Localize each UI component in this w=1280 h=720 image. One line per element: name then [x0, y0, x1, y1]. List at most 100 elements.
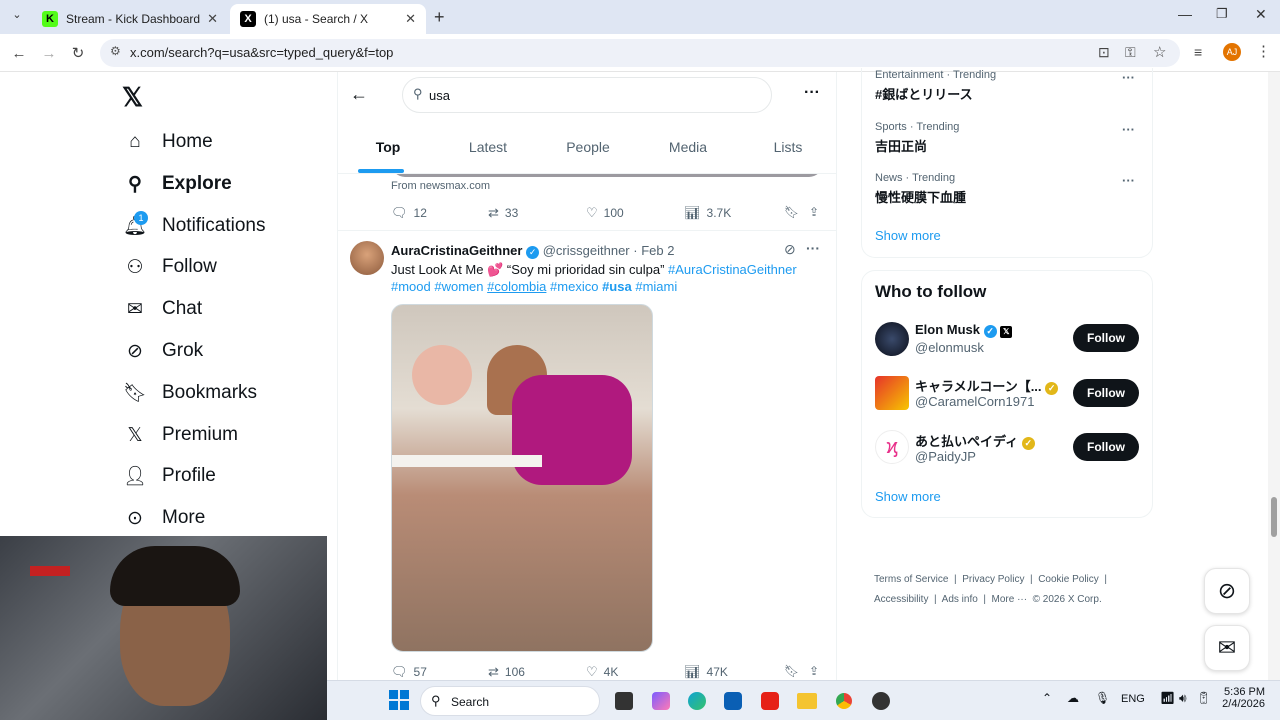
minimize-icon[interactable]: — — [1178, 6, 1192, 22]
volume-icon[interactable]: 🔊︎ — [1179, 691, 1187, 706]
trends-show-more-link[interactable]: Show more — [875, 228, 941, 243]
close-tab-icon[interactable]: ✕ — [207, 11, 218, 27]
tray-chevron-icon[interactable]: ⌃ — [1042, 691, 1052, 705]
post-date[interactable]: Feb 2 — [641, 243, 674, 258]
reply-button[interactable]: 🗨︎ 57 — [391, 664, 427, 680]
trend-item[interactable]: Entertainment · Trending #銀ばとリリース — [875, 69, 996, 103]
repost-button[interactable]: ⇄ 106 — [488, 664, 525, 680]
battery-icon[interactable]: 🔋︎ — [1196, 691, 1211, 705]
post-image[interactable] — [391, 304, 653, 652]
scrollbar-thumb[interactable] — [1271, 497, 1277, 537]
nav-profile[interactable]: 👤︎ Profile — [122, 456, 216, 496]
follow-button[interactable]: Follow — [1073, 324, 1139, 352]
cloud-icon[interactable]: ☁ — [1067, 691, 1079, 705]
back-arrow-icon[interactable]: ← — [350, 84, 368, 105]
grok-floating-button[interactable]: ⊘ — [1204, 568, 1250, 614]
trend-item[interactable]: News · Trending 慢性硬膜下血腫 — [875, 172, 966, 206]
copilot-icon[interactable] — [652, 692, 670, 710]
follow-button[interactable]: Follow — [1073, 379, 1139, 407]
nav-more[interactable]: ⊙ More — [122, 498, 205, 538]
nav-home[interactable]: ⌂ Home — [122, 122, 212, 162]
taskbar-search[interactable]: ⚲ Search — [420, 686, 600, 716]
bookmark-button[interactable]: 🔖︎ — [784, 664, 799, 678]
store-icon[interactable] — [724, 692, 742, 710]
tab-people[interactable]: People — [538, 130, 638, 173]
hashtag[interactable]: #AuraCristinaGeithner — [668, 262, 797, 277]
window-close-icon[interactable]: ✕ — [1255, 6, 1267, 23]
user-name[interactable]: Elon Musk ✓ 𝕏 — [915, 322, 1013, 338]
app-icon[interactable] — [615, 692, 633, 710]
hashtag[interactable]: #colombia — [487, 279, 546, 294]
maximize-icon[interactable]: ❐ — [1216, 6, 1228, 22]
tab-latest[interactable]: Latest — [438, 130, 538, 173]
more-options-icon[interactable]: ··· — [804, 84, 820, 102]
tab-lists[interactable]: Lists — [738, 130, 836, 173]
footer-link[interactable]: Terms of Service — [874, 574, 948, 585]
nav-notifications[interactable]: 🔔︎ 1 Notifications — [122, 206, 266, 246]
reload-icon[interactable]: ↻ — [67, 42, 89, 64]
repost-button[interactable]: ⇄ 33 — [488, 205, 518, 221]
author-name[interactable]: AuraCristinaGeithner — [391, 243, 522, 258]
post-more-icon[interactable]: ··· — [806, 240, 820, 256]
close-tab-icon[interactable]: ✕ — [405, 11, 416, 27]
user-handle[interactable]: @PaidyJP — [915, 449, 976, 464]
nav-explore[interactable]: ⚲ Explore — [122, 164, 232, 204]
x-logo-icon[interactable]: 𝕏 — [122, 82, 143, 113]
messages-floating-button[interactable]: ✉ — [1204, 625, 1250, 671]
avatar[interactable] — [875, 322, 909, 356]
hashtag[interactable]: #usa — [602, 279, 632, 294]
like-button[interactable]: ♡ 100 — [586, 205, 624, 221]
nav-follow[interactable]: ⚇ Follow — [122, 247, 216, 287]
password-key-icon[interactable]: ⚿ — [1125, 44, 1136, 61]
hashtag[interactable]: #miami — [635, 279, 677, 294]
hashtag[interactable]: #women — [434, 279, 483, 294]
nav-bookmarks[interactable]: 🔖︎ Bookmarks — [122, 373, 257, 413]
trend-item[interactable]: Sports · Trending 吉田正尚 — [875, 121, 959, 155]
reply-button[interactable]: 🗨︎ 12 — [391, 205, 427, 221]
user-name[interactable]: キャラメルコーン【... ✓ — [915, 376, 1059, 395]
file-explorer-icon[interactable] — [797, 693, 817, 709]
trend-more-icon[interactable]: ··· — [1122, 173, 1135, 188]
clock[interactable]: 5:36 PM 2/4/2026 — [1215, 686, 1265, 710]
footer-link[interactable]: Ads info — [942, 594, 978, 605]
tab-list-chevron-icon[interactable]: ⌄ — [8, 8, 26, 26]
footer-link[interactable]: More ··· — [992, 594, 1028, 605]
user-handle[interactable]: @elonmusk — [915, 340, 984, 355]
grok-explain-icon[interactable]: ⊘ — [784, 241, 796, 258]
views-button[interactable]: 📊︎ 3.7K — [684, 205, 731, 221]
tab-kick-dashboard[interactable]: K Stream - Kick Dashboard ✕ — [32, 4, 228, 34]
share-button[interactable]: ⇪ — [809, 205, 819, 219]
avatar[interactable]: ϗ — [875, 430, 909, 464]
chrome-icon[interactable] — [834, 691, 854, 711]
footer-link[interactable]: Accessibility — [874, 594, 928, 605]
back-icon[interactable]: ← — [8, 42, 30, 64]
like-button[interactable]: ♡ 4K — [586, 664, 618, 680]
youtube-icon[interactable] — [761, 692, 779, 710]
avatar[interactable] — [350, 241, 384, 275]
footer-link[interactable]: Privacy Policy — [962, 574, 1024, 585]
user-name[interactable]: あと払いペイディ ✓ — [915, 431, 1035, 450]
app-icon[interactable] — [872, 692, 890, 710]
trend-more-icon[interactable]: ··· — [1122, 70, 1135, 85]
link-source[interactable]: From newsmax.com — [391, 180, 490, 192]
address-bar[interactable]: ⚙ x.com/search?q=usa&src=typed_query&f=t… — [100, 39, 1180, 67]
share-button[interactable]: ⇪ — [809, 664, 819, 678]
mic-icon[interactable]: 🎙︎ — [1095, 691, 1110, 705]
bookmark-star-icon[interactable]: ☆ — [1153, 43, 1166, 61]
language-indicator[interactable]: ENG — [1121, 693, 1145, 705]
nav-premium[interactable]: 𝕏 Premium — [122, 415, 238, 455]
new-tab-icon[interactable]: + — [434, 7, 445, 28]
wifi-icon[interactable]: 📶︎ — [1160, 691, 1175, 705]
profile-avatar[interactable]: AJ — [1223, 43, 1241, 61]
nav-chat[interactable]: ✉ Chat — [122, 289, 202, 329]
user-handle[interactable]: @CaramelCorn1971 — [915, 394, 1034, 409]
footer-link[interactable]: Cookie Policy — [1038, 574, 1099, 585]
edge-icon[interactable] — [688, 692, 706, 710]
start-icon[interactable] — [389, 690, 409, 710]
search-input[interactable]: ⚲ usa — [402, 77, 772, 113]
author-handle[interactable]: @crissgeithner — [543, 243, 630, 258]
site-info-icon[interactable]: ⚙ — [110, 44, 121, 58]
tab-top[interactable]: Top — [338, 130, 438, 173]
install-app-icon[interactable]: ⊡ — [1098, 44, 1110, 61]
media-control-icon[interactable]: ≡ — [1194, 44, 1202, 60]
